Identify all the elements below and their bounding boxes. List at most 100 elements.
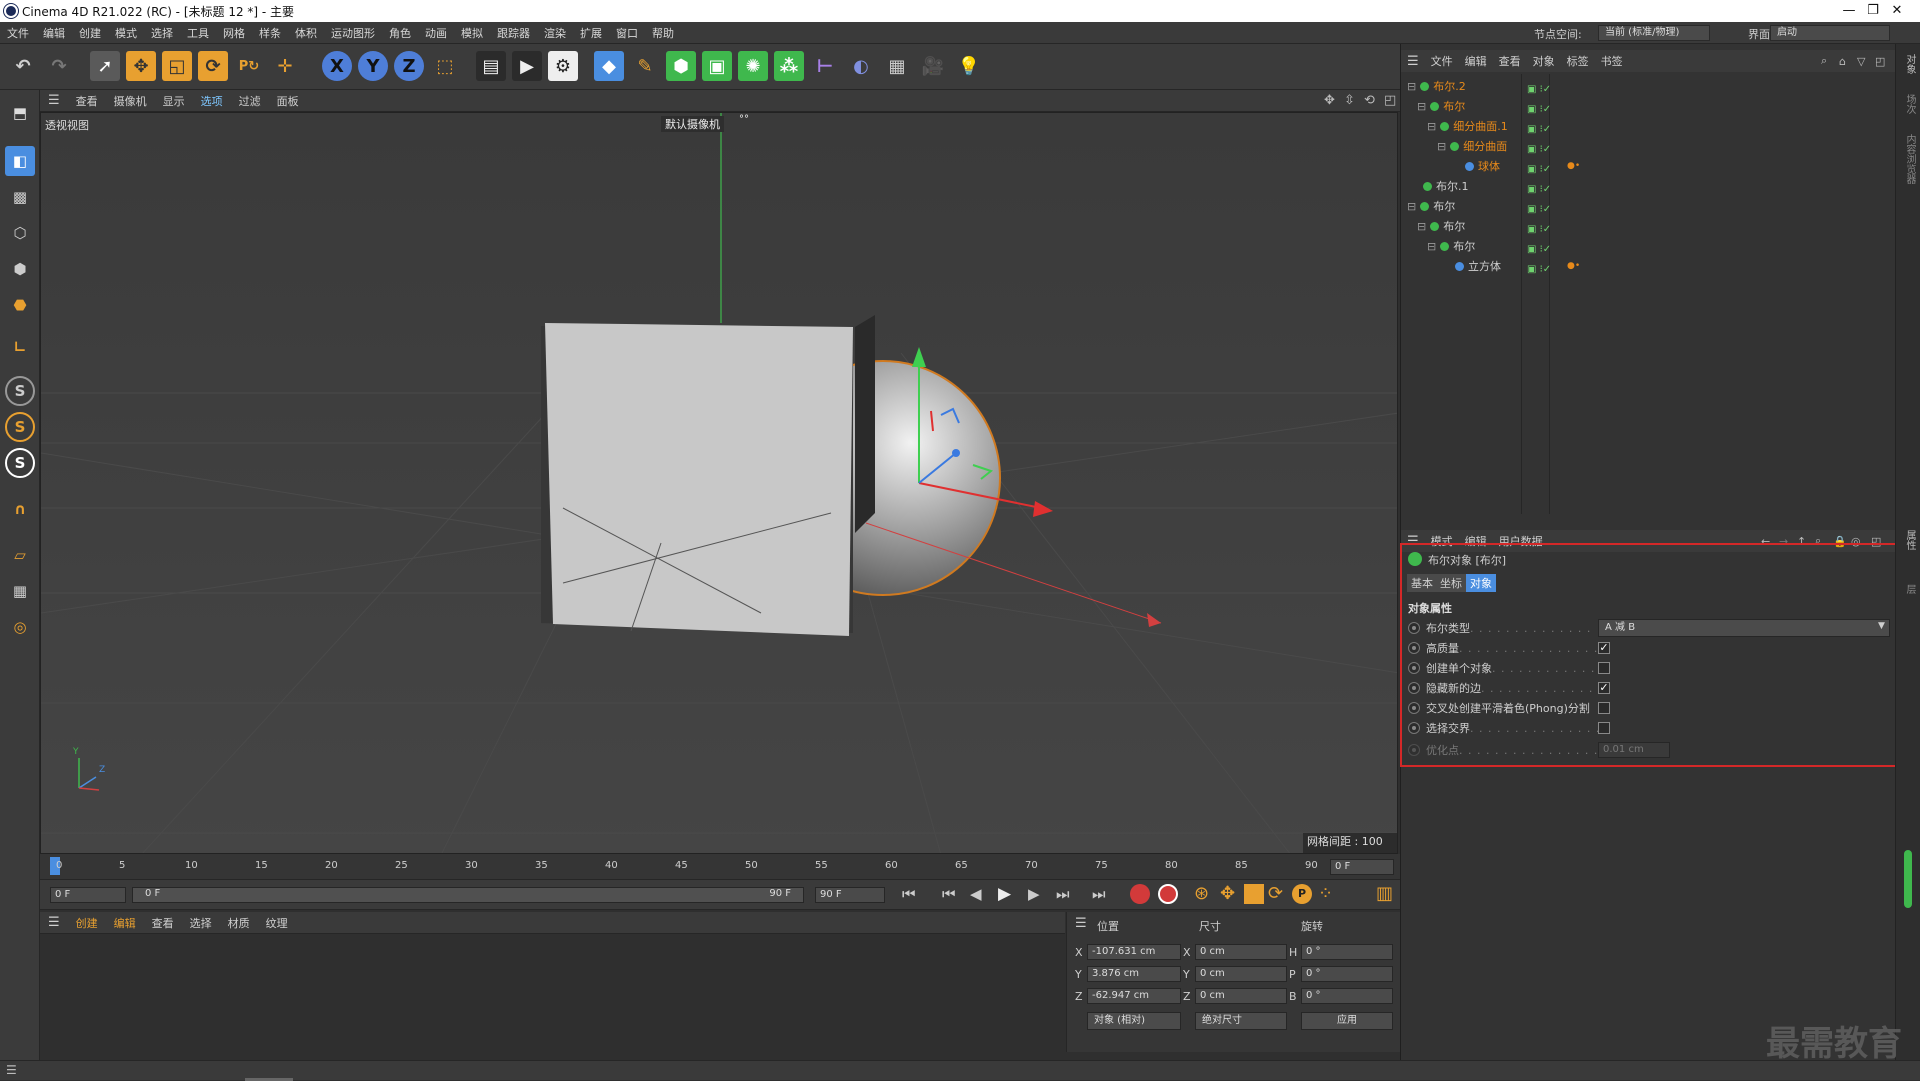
object-row[interactable]: ⊟ 布尔 — [1401, 96, 1896, 116]
object-name[interactable]: 布尔 — [1443, 98, 1465, 114]
object-name[interactable]: 细分曲面.1 — [1453, 118, 1508, 134]
menu-window[interactable]: 窗口 — [609, 25, 645, 41]
object-row[interactable]: 布尔.1 — [1401, 176, 1896, 196]
menu-tools[interactable]: 工具 — [180, 25, 216, 41]
object-row[interactable]: ⊟ 布尔 — [1401, 236, 1896, 256]
coordinate-system-icon[interactable]: ⬚ — [430, 51, 460, 81]
previous-frame-icon[interactable]: ◀ — [970, 885, 982, 903]
menu-volume[interactable]: 体积 — [288, 25, 324, 41]
go-to-start-icon[interactable]: ⏮ — [902, 885, 916, 903]
size-mode-select[interactable]: 绝对尺寸 — [1195, 1012, 1287, 1030]
z-axis-lock-icon[interactable]: Z — [394, 51, 424, 81]
rotate-tool-icon[interactable]: ⟳ — [198, 51, 228, 81]
animate-radio-icon[interactable] — [1408, 662, 1420, 674]
render-view-icon[interactable]: ▤ — [476, 51, 506, 81]
viewport-menu-panel[interactable]: 面板 — [269, 93, 307, 109]
menu-help[interactable]: 帮助 — [645, 25, 681, 41]
object-row[interactable]: ⊟ 细分曲面.1 — [1401, 116, 1896, 136]
viewport-menu-display[interactable]: 显示 — [155, 93, 193, 109]
object-name[interactable]: 布尔 — [1443, 218, 1465, 234]
object-row[interactable]: ⊟ 布尔.2 — [1401, 76, 1896, 96]
size-x-field[interactable]: 0 cm — [1195, 944, 1287, 960]
record-active-objects-icon[interactable] — [1130, 884, 1150, 904]
phong-break-checkbox[interactable] — [1598, 702, 1610, 714]
viewport-zoom-icon[interactable]: ⇳ — [1344, 93, 1355, 108]
object-name[interactable]: 立方体 — [1468, 258, 1501, 274]
viewport-maximize-icon[interactable]: ◰ — [1384, 93, 1396, 108]
pos-z-field[interactable]: -62.947 cm — [1087, 988, 1181, 1004]
model-mode-icon[interactable]: ◧ — [5, 146, 35, 176]
subdivision-surface-icon[interactable]: ⬢ — [666, 51, 696, 81]
om-menu-file[interactable]: 文件 — [1425, 53, 1459, 69]
visibility-toggles[interactable]: ▣ ⁝✓ ▣ ⁝✓ ▣ ⁝✓ ▣ ⁝✓ ▣ ⁝✓ ▣ ⁝✓ ▣ ⁝✓ ▣ ⁝✓ ▣ ⁝✓ ▣ ⁝✓ — [1527, 80, 1551, 280]
solo-single-icon[interactable]: S — [5, 412, 35, 442]
om-menu-bookmarks[interactable]: 书签 — [1595, 53, 1629, 69]
solo-hierarchy-icon[interactable]: S — [5, 448, 35, 478]
object-name[interactable]: 布尔 — [1433, 198, 1455, 214]
previous-keyframe-icon[interactable]: ⏮ — [942, 885, 956, 903]
om-new-window-icon[interactable]: ◰ — [1875, 55, 1885, 68]
apply-button[interactable]: 应用 — [1301, 1012, 1393, 1030]
undo-icon[interactable]: ↶ — [8, 51, 38, 81]
locked-workplane-icon[interactable]: ▦ — [5, 576, 35, 606]
render-to-picture-viewer-icon[interactable]: ▶ — [512, 51, 542, 81]
next-frame-icon[interactable]: ▶ — [1028, 885, 1040, 903]
start-frame-field[interactable]: 0 F — [50, 887, 126, 903]
menu-tracker[interactable]: 跟踪器 — [490, 25, 537, 41]
select-tool-icon[interactable]: ➚ — [90, 51, 120, 81]
tab-objects-vertical[interactable]: 对象 — [1902, 54, 1917, 74]
scale-tool-icon[interactable]: ◱ — [162, 51, 192, 81]
y-axis-lock-icon[interactable]: Y — [358, 51, 388, 81]
size-z-field[interactable]: 0 cm — [1195, 988, 1287, 1004]
live-select-icon[interactable]: ✛ — [270, 51, 300, 81]
om-menu-view[interactable]: 查看 — [1493, 53, 1527, 69]
object-name[interactable]: 细分曲面 — [1463, 138, 1507, 154]
tab-coord[interactable]: 坐标 — [1436, 574, 1466, 592]
size-y-field[interactable]: 0 cm — [1195, 966, 1287, 982]
object-name[interactable]: 布尔.1 — [1436, 178, 1469, 194]
menu-render[interactable]: 渲染 — [537, 25, 573, 41]
cube-object[interactable] — [545, 323, 853, 636]
edges-mode-icon[interactable]: ⬢ — [5, 254, 35, 284]
timeline-ruler[interactable]: 0 5 10 15 20 25 30 35 40 45 50 55 60 65 … — [40, 854, 1400, 880]
camera-link-icon[interactable]: °° — [739, 114, 749, 125]
solo-off-icon[interactable]: S — [5, 376, 35, 406]
keyframe-selection-icon[interactable]: ⊛ — [1194, 883, 1209, 904]
rot-h-field[interactable]: 0 ° — [1301, 944, 1393, 960]
animate-radio-icon[interactable] — [1408, 622, 1420, 634]
move-tool-icon[interactable]: ✥ — [126, 51, 156, 81]
x-axis-lock-icon[interactable]: X — [322, 51, 352, 81]
tab-basic[interactable]: 基本 — [1407, 574, 1437, 592]
camera-icon[interactable]: 🎥 — [918, 51, 948, 81]
om-search-icon[interactable]: ⌕ — [1821, 54, 1827, 68]
tab-object[interactable]: 对象 — [1466, 574, 1496, 592]
tab-content-browser-vertical[interactable]: 内容浏览器 — [1902, 134, 1917, 184]
preview-range-slider[interactable]: 0 F 90 F — [132, 887, 804, 903]
interface-select[interactable]: 启动 — [1770, 25, 1890, 41]
material-menu-material[interactable]: 材质 — [220, 915, 258, 931]
viewport-menu-view[interactable]: 查看 — [68, 93, 106, 109]
perspective-viewport[interactable]: 透视视图 默认摄像机 °° Y Z 网格间距 : 100 cm — [40, 112, 1398, 854]
menu-mograph[interactable]: 运动图形 — [324, 25, 382, 41]
object-row[interactable]: ⊟ 布尔 — [1401, 196, 1896, 216]
position-key-icon[interactable]: ✥ — [1220, 883, 1235, 904]
pla-key-icon[interactable]: ⁘ — [1318, 883, 1333, 904]
tab-takes-vertical[interactable]: 场次 — [1902, 94, 1917, 114]
texture-mode-icon[interactable]: ▩ — [5, 182, 35, 212]
phong-tag-icon[interactable]: ●• — [1567, 261, 1580, 271]
viewport-move-icon[interactable]: ✥ — [1324, 93, 1335, 108]
object-row[interactable]: ⊟ 细分曲面 — [1401, 136, 1896, 156]
animate-radio-icon[interactable] — [1408, 682, 1420, 694]
high-quality-checkbox[interactable]: ✓ — [1598, 642, 1610, 654]
pen-spline-icon[interactable]: ✎ — [630, 51, 660, 81]
menu-simulate[interactable]: 模拟 — [454, 25, 490, 41]
axis-mode-icon[interactable]: ∟ — [5, 332, 35, 362]
menu-file[interactable]: 文件 — [0, 25, 36, 41]
object-row[interactable]: 球体 ●• — [1401, 156, 1896, 176]
rot-b-field[interactable]: 0 ° — [1301, 988, 1393, 1004]
field-icon[interactable]: ◐ — [846, 51, 876, 81]
coord-panel-menu-icon[interactable]: ☰ — [1075, 916, 1087, 931]
menu-mode[interactable]: 模式 — [108, 25, 144, 41]
polygons-mode-icon[interactable]: ⬣ — [5, 290, 35, 320]
make-editable-icon[interactable]: ⬒ — [5, 98, 35, 128]
